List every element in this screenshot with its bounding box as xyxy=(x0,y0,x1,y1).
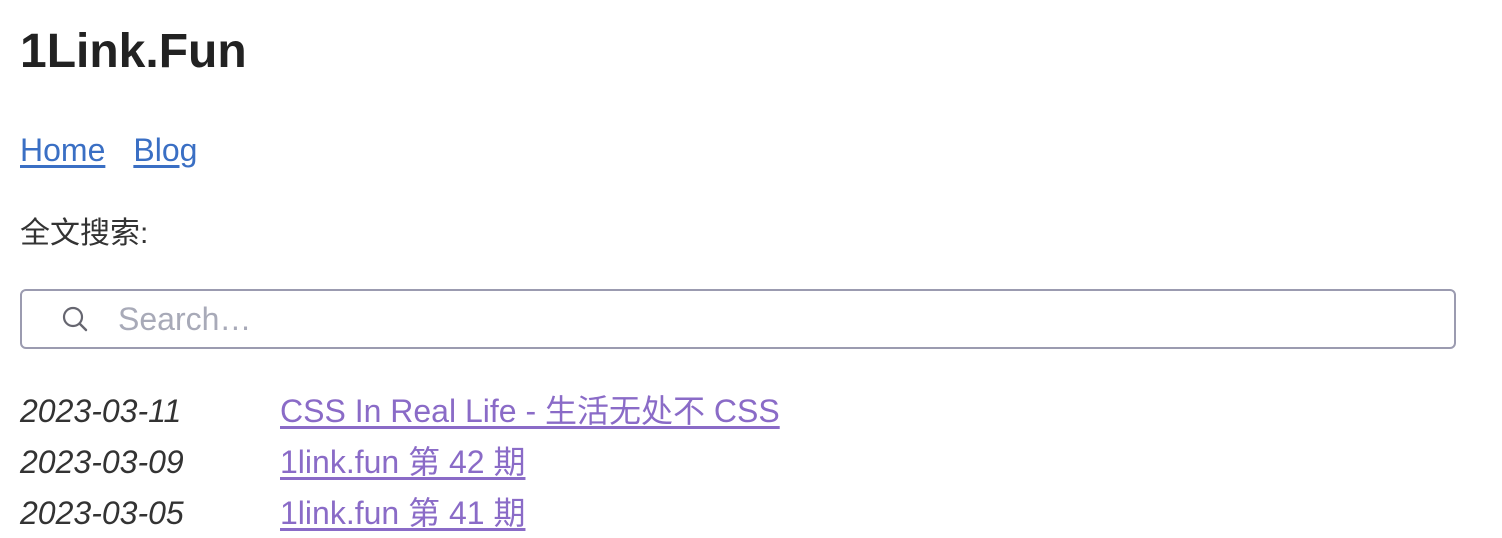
search-box[interactable] xyxy=(20,289,1456,349)
list-item: 2023-03-09 1link.fun 第 42 期 xyxy=(20,439,780,490)
post-link[interactable]: CSS In Real Life - 生活无处不 CSS xyxy=(280,388,780,434)
list-item: 2023-03-11 CSS In Real Life - 生活无处不 CSS xyxy=(20,388,780,439)
site-title[interactable]: 1Link.Fun xyxy=(20,22,247,82)
post-date: 2023-03-05 xyxy=(20,495,184,531)
list-item: 2023-03-05 1link.fun 第 41 期 xyxy=(20,490,780,538)
page: 1Link.Fun Home Blog 全文搜索: 2023-03-11 CSS … xyxy=(0,0,1502,538)
nav-home-link[interactable]: Home xyxy=(20,132,105,168)
nav-blog-link[interactable]: Blog xyxy=(133,132,197,168)
post-list: 2023-03-11 CSS In Real Life - 生活无处不 CSS … xyxy=(20,388,780,538)
search-icon xyxy=(60,304,90,334)
main-nav: Home Blog xyxy=(20,130,225,170)
post-date: 2023-03-11 xyxy=(20,393,182,429)
search-label: 全文搜索: xyxy=(20,217,149,250)
search-input[interactable] xyxy=(116,299,1420,339)
post-date: 2023-03-09 xyxy=(20,444,184,480)
post-link[interactable]: 1link.fun 第 42 期 xyxy=(280,439,525,485)
post-link[interactable]: 1link.fun 第 41 期 xyxy=(280,490,525,536)
